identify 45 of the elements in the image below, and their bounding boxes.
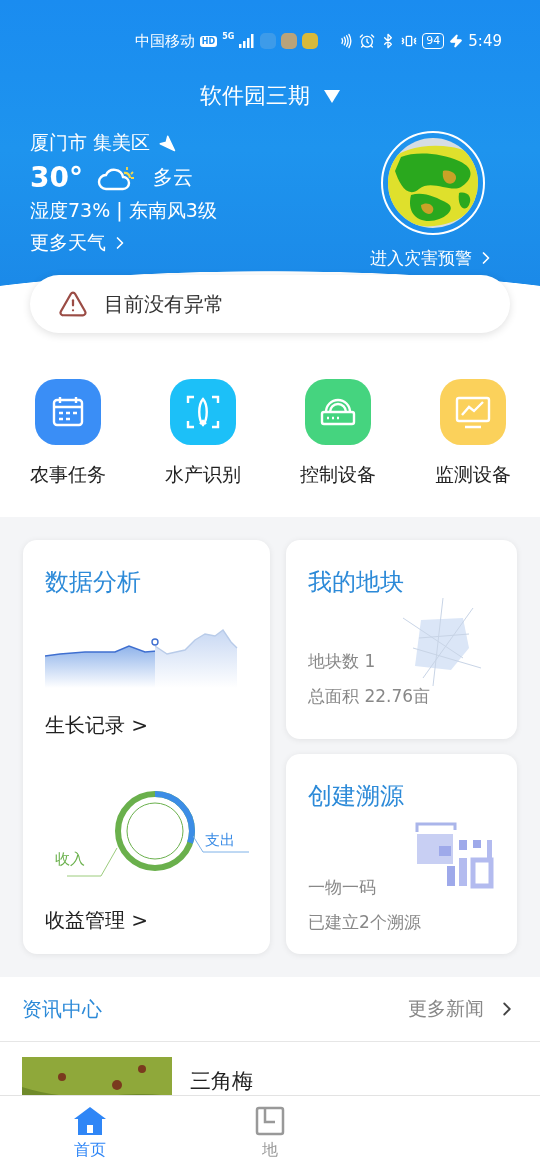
map-icon [255, 1105, 285, 1136]
data-analysis-card[interactable]: 数据分析 生长记录 > 收入 支出 收益管理 > [23, 540, 270, 954]
weather-condition: 多云 [152, 163, 193, 191]
warning-icon [58, 289, 88, 319]
traceability-count: 已建立2个溯源 [308, 911, 422, 934]
card-title: 创建溯源 [308, 781, 405, 812]
clock-time: 5:49 [468, 32, 502, 50]
location-arrow-icon [158, 134, 177, 152]
network-type: 5G [222, 32, 235, 41]
app-icon [260, 33, 277, 49]
total-area: 总面积 22.76亩 [308, 685, 495, 708]
more-news-link[interactable]: 更多新闻 [408, 996, 518, 1022]
caret-icon [324, 89, 340, 103]
traceability-subtitle: 一物一码 [308, 876, 377, 899]
section-title: 资讯中心 [22, 995, 102, 1023]
card-title: 我的地块 [308, 567, 405, 598]
signal-icon [239, 34, 256, 48]
alert-message: 目前没有异常 [104, 290, 224, 318]
my-plots-card[interactable]: 我的地块 地块数 1 总面积 22.76亩 [286, 540, 517, 739]
battery-level: 94 [422, 33, 445, 49]
shortcut-button[interactable]: 控制设备 [270, 379, 405, 488]
temperature: 30° [30, 160, 83, 194]
income-label: 收入 [55, 850, 85, 869]
shortcut-button[interactable]: 监测设备 [405, 379, 540, 488]
charging-icon [449, 34, 464, 48]
plot-count: 地块数 1 [308, 650, 377, 673]
location-name: 厦门市 集美区 [30, 130, 151, 155]
app-icon [302, 33, 319, 49]
hd-badge: HD [199, 35, 218, 47]
disaster-warning-link[interactable]: 进入灾害预警 [370, 245, 496, 271]
carrier-name: 中国移动 [134, 31, 195, 51]
shortcut-button[interactable]: 农事任务 [0, 379, 135, 488]
growth-record-link[interactable]: 生长记录 > [45, 712, 248, 739]
card-title: 数据分析 [45, 567, 142, 598]
alarm-icon [359, 33, 376, 49]
vibrate-icon [401, 33, 418, 49]
home-icon [73, 1105, 107, 1136]
traceability-card[interactable]: 创建溯源 一物一码 已建立2个溯源 [286, 754, 517, 954]
expense-label: 支出 [205, 831, 235, 850]
shortcut-button[interactable]: 水产识别 [135, 379, 270, 488]
news-title[interactable]: 三角梅 [190, 1057, 253, 1095]
tab[interactable]: 首页 [0, 1096, 180, 1170]
weather-details: 湿度73% | 东南风3级 [30, 198, 217, 224]
app-icon [281, 33, 298, 49]
revenue-link[interactable]: 收益管理 > [45, 907, 248, 934]
